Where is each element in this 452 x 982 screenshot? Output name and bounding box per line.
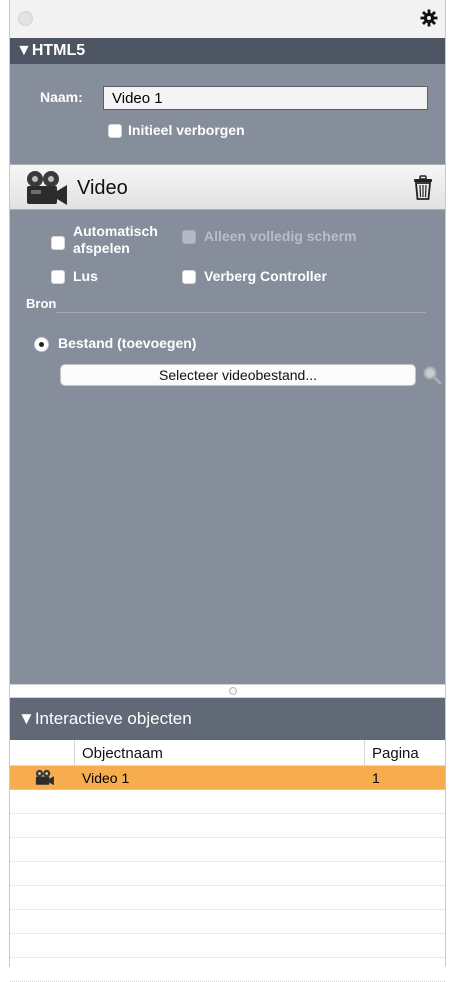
select-video-file-button[interactable]: Selecteer videobestand... — [60, 364, 416, 386]
source-divider — [56, 312, 426, 313]
autoplay-label: Automatisch afspelen — [73, 223, 158, 257]
table-row[interactable]: Video 1 1 — [10, 766, 445, 790]
loop-checkbox[interactable] — [51, 270, 65, 284]
file-radio-button[interactable] — [34, 337, 49, 352]
row-page-number: 1 — [372, 770, 380, 786]
splitter-handle[interactable] — [229, 687, 237, 695]
fullscreen-only-label: Alleen volledig scherm — [204, 228, 357, 244]
magnifier-icon[interactable] — [422, 365, 442, 385]
hide-controller-checkbox[interactable] — [182, 270, 196, 284]
autoplay-label-line2: afspelen — [73, 240, 130, 256]
hide-controller-label: Verberg Controller — [204, 268, 327, 284]
trash-icon[interactable] — [413, 175, 433, 201]
initially-hidden-checkbox[interactable] — [108, 124, 122, 138]
html5-properties-area: Naam: Video 1 Initieel verborgen Video A… — [10, 64, 445, 684]
column-header-page[interactable]: Pagina — [372, 745, 419, 762]
table-row-empty — [10, 790, 445, 814]
gear-icon[interactable] — [419, 8, 439, 28]
file-option-label: Bestand (toevoegen) — [58, 335, 197, 351]
movie-camera-icon — [35, 769, 54, 786]
close-circle-button[interactable] — [18, 11, 33, 26]
inspector-panel: ▼HTML5 Naam: Video 1 Initieel verborgen … — [9, 0, 446, 982]
autoplay-label-line1: Automatisch — [73, 223, 158, 239]
table-row-empty — [10, 814, 445, 838]
row-object-name: Video 1 — [82, 770, 130, 786]
html5-section-header[interactable]: ▼HTML5 — [10, 38, 445, 64]
html5-section-title: HTML5 — [31, 42, 86, 59]
movie-camera-icon — [27, 171, 67, 205]
table-row-empty — [10, 958, 445, 982]
column-separator — [74, 740, 75, 766]
table-row-empty — [10, 886, 445, 910]
interactive-objects-title: Interactieve objecten — [34, 709, 192, 728]
source-label: Bron — [26, 296, 57, 311]
column-separator — [364, 740, 365, 766]
disclosure-triangle-icon[interactable]: ▼ — [16, 42, 32, 59]
disclosure-triangle-icon[interactable]: ▼ — [18, 709, 35, 728]
objects-table: Objectnaam Pagina Video 1 1 — [10, 740, 445, 982]
fullscreen-only-checkbox[interactable] — [182, 230, 196, 244]
loop-label: Lus — [73, 268, 98, 284]
table-header: Objectnaam Pagina — [10, 740, 445, 766]
name-label: Naam: — [40, 89, 83, 105]
column-header-objectname[interactable]: Objectnaam — [82, 745, 163, 762]
table-row-empty — [10, 910, 445, 934]
video-object-header: Video — [10, 164, 445, 210]
interactive-objects-header[interactable]: ▼Interactieve objecten — [10, 698, 445, 740]
panel-toolbar — [10, 0, 445, 38]
panel-splitter[interactable] — [10, 684, 445, 698]
name-field[interactable]: Video 1 — [103, 86, 428, 110]
table-row-empty — [10, 862, 445, 886]
table-row-empty — [10, 934, 445, 958]
table-row-empty — [10, 838, 445, 862]
video-title: Video — [77, 177, 128, 199]
initially-hidden-label: Initieel verborgen — [128, 122, 245, 138]
autoplay-checkbox[interactable] — [51, 236, 65, 250]
